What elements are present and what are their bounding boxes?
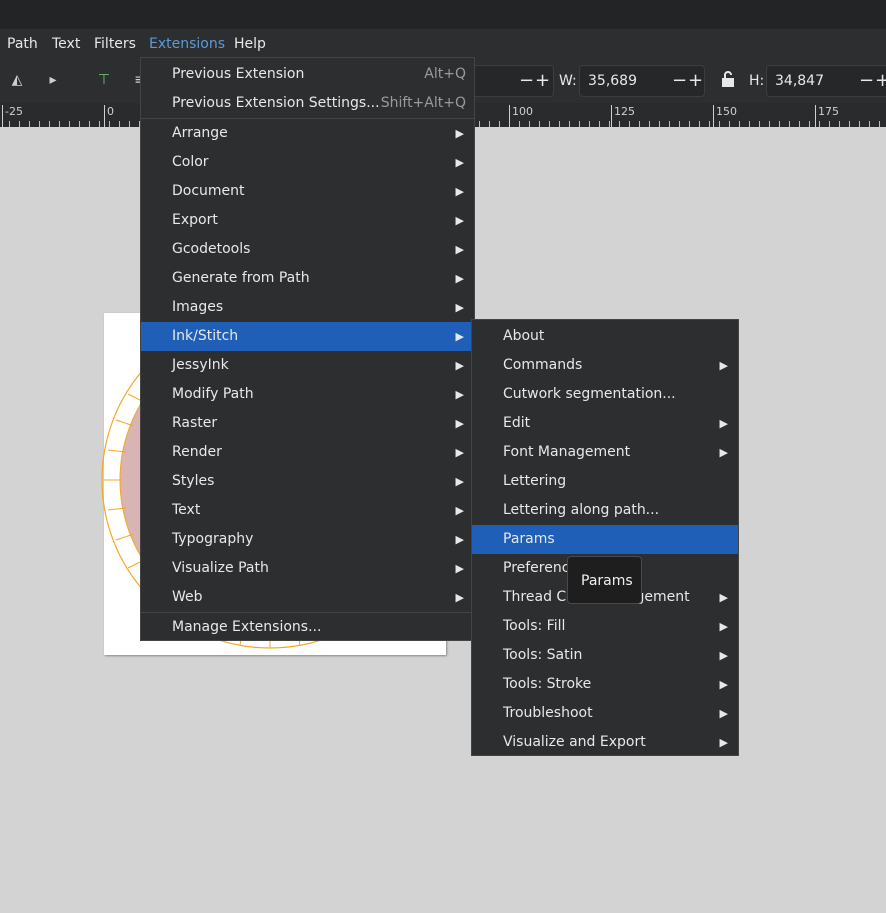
menu-item-styles[interactable]: Styles ▶ <box>141 467 474 496</box>
raise-to-top-icon[interactable]: ⊤ <box>95 71 113 89</box>
menu-path[interactable]: Path <box>1 29 44 59</box>
menu-item-typography[interactable]: Typography ▶ <box>141 525 474 554</box>
ruler-label: 175 <box>815 105 839 127</box>
menu-item-color[interactable]: Color ▶ <box>141 148 474 177</box>
ruler-label: 150 <box>713 105 737 127</box>
menu-item-generate-from-path[interactable]: Generate from Path ▶ <box>141 264 474 293</box>
ruler-label: 125 <box>611 105 635 127</box>
menu-item-visualize-path[interactable]: Visualize Path ▶ <box>141 554 474 583</box>
submenu-item-font-management[interactable]: Font Management ▶ <box>472 438 738 467</box>
chevron-right-icon: ▶ <box>455 330 464 343</box>
chevron-right-icon: ▶ <box>455 591 464 604</box>
ink-stitch-submenu: About Commands ▶ Cutwork segmentation... … <box>471 319 739 756</box>
menu-item-web[interactable]: Web ▶ <box>141 583 474 612</box>
chevron-right-icon: ▶ <box>455 533 464 546</box>
menu-bar: Path Text Filters Extensions Help <box>0 29 886 59</box>
chevron-right-icon: ▶ <box>719 678 728 691</box>
submenu-item-edit[interactable]: Edit ▶ <box>472 409 738 438</box>
chevron-right-icon: ▶ <box>455 243 464 256</box>
title-bar <box>0 0 886 29</box>
chevron-right-icon: ▶ <box>455 185 464 198</box>
width-increment[interactable]: + <box>688 66 703 96</box>
h-label: H: <box>749 73 765 89</box>
menu-item-arrange[interactable]: Arrange ▶ <box>141 119 474 148</box>
submenu-item-troubleshoot[interactable]: Troubleshoot ▶ <box>472 699 738 728</box>
menu-text[interactable]: Text <box>46 29 86 59</box>
submenu-item-lettering[interactable]: Lettering <box>472 467 738 496</box>
submenu-item-cutwork-segmentation[interactable]: Cutwork segmentation... <box>472 380 738 409</box>
menu-item-document[interactable]: Document ▶ <box>141 177 474 206</box>
chevron-right-icon: ▶ <box>719 649 728 662</box>
chevron-right-icon: ▶ <box>719 359 728 372</box>
lock-icon[interactable] <box>719 71 737 89</box>
chevron-right-icon: ▶ <box>455 359 464 372</box>
chevron-right-icon: ▶ <box>455 214 464 227</box>
chevron-right-icon: ▶ <box>455 475 464 488</box>
menu-item-render[interactable]: Render ▶ <box>141 438 474 467</box>
chevron-right-icon: ▶ <box>455 504 464 517</box>
menu-item-images[interactable]: Images ▶ <box>141 293 474 322</box>
width-field[interactable]: 35,689 − + <box>579 65 705 97</box>
menu-item-previous-extension[interactable]: Previous Extension Alt+Q <box>141 60 474 89</box>
chevron-right-icon: ▶ <box>455 388 464 401</box>
height-field[interactable]: 34,847 − + <box>766 65 886 97</box>
y-field[interactable]: − + <box>470 65 554 97</box>
chevron-right-icon: ▶ <box>455 446 464 459</box>
chevron-right-icon: ▶ <box>719 620 728 633</box>
menu-item-jessyink[interactable]: JessyInk ▶ <box>141 351 474 380</box>
flip-vertical-icon[interactable]: ▸ <box>44 71 62 89</box>
submenu-item-commands[interactable]: Commands ▶ <box>472 351 738 380</box>
menu-item-raster[interactable]: Raster ▶ <box>141 409 474 438</box>
menu-filters[interactable]: Filters <box>88 29 142 59</box>
chevron-right-icon: ▶ <box>719 446 728 459</box>
chevron-right-icon: ▶ <box>719 736 728 749</box>
menu-help[interactable]: Help <box>228 29 272 59</box>
menu-item-gcodetools[interactable]: Gcodetools ▶ <box>141 235 474 264</box>
menu-item-modify-path[interactable]: Modify Path ▶ <box>141 380 474 409</box>
flip-horizontal-icon[interactable]: ◭ <box>8 71 26 89</box>
height-increment[interactable]: + <box>875 66 886 96</box>
w-label: W: <box>559 73 577 89</box>
tooltip: Params <box>567 556 642 604</box>
submenu-item-tools-stroke[interactable]: Tools: Stroke ▶ <box>472 670 738 699</box>
chevron-right-icon: ▶ <box>455 417 464 430</box>
ruler-label: 100 <box>509 105 533 127</box>
height-value[interactable]: 34,847 <box>775 66 824 96</box>
chevron-right-icon: ▶ <box>455 272 464 285</box>
submenu-item-tools-fill[interactable]: Tools: Fill ▶ <box>472 612 738 641</box>
submenu-item-lettering-along-path[interactable]: Lettering along path... <box>472 496 738 525</box>
menu-item-export[interactable]: Export ▶ <box>141 206 474 235</box>
menu-extensions[interactable]: Extensions <box>143 29 232 59</box>
menu-item-manage-extensions[interactable]: Manage Extensions... <box>141 613 474 642</box>
ruler-label: 0 <box>104 105 114 127</box>
chevron-right-icon: ▶ <box>455 127 464 140</box>
submenu-item-params[interactable]: Params <box>472 525 738 554</box>
ruler-label: -25 <box>2 105 23 127</box>
extensions-menu: Previous Extension Alt+Q Previous Extens… <box>140 57 475 641</box>
chevron-right-icon: ▶ <box>719 591 728 604</box>
chevron-right-icon: ▶ <box>455 301 464 314</box>
width-decrement[interactable]: − <box>672 66 687 96</box>
submenu-item-about[interactable]: About <box>472 322 738 351</box>
height-decrement[interactable]: − <box>859 66 874 96</box>
submenu-item-tools-satin[interactable]: Tools: Satin ▶ <box>472 641 738 670</box>
menu-item-previous-extension-settings[interactable]: Previous Extension Settings... Shift+Alt… <box>141 89 474 118</box>
submenu-item-visualize-and-export[interactable]: Visualize and Export ▶ <box>472 728 738 757</box>
menu-item-ink-stitch[interactable]: Ink/Stitch ▶ <box>141 322 474 351</box>
width-value[interactable]: 35,689 <box>588 66 637 96</box>
chevron-right-icon: ▶ <box>455 156 464 169</box>
chevron-right-icon: ▶ <box>719 417 728 430</box>
chevron-right-icon: ▶ <box>719 707 728 720</box>
menu-item-text[interactable]: Text ▶ <box>141 496 474 525</box>
chevron-right-icon: ▶ <box>455 562 464 575</box>
